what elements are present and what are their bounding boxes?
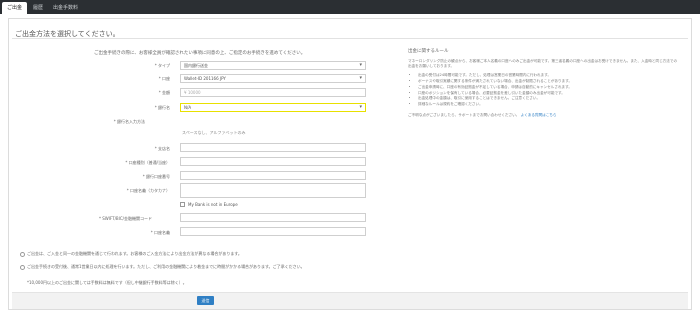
rules-paragraph: マネーロンダリング防止の観点から、お客様ご本人名義の口座へのみご出金が可能です。… bbox=[408, 59, 678, 69]
account-label: * 口座 bbox=[158, 76, 170, 81]
rules-column: 出金に関するルール マネーロンダリング防止の観点から、お客様ご本人名義の口座への… bbox=[408, 48, 678, 122]
type-select[interactable]: 国内銀行送金 bbox=[180, 61, 366, 70]
rules-list-item: ボーナスや取引実績に関する条件が満たされていない場合、出金が制限されることがあり… bbox=[418, 79, 678, 84]
tab-history[interactable]: 履歴 bbox=[28, 2, 48, 14]
rules-list-item: ご出金申請時に、口座の有効証拠金が不足している場合、申請は自動的にキャンセルされ… bbox=[418, 85, 678, 90]
note-3: *10,000円以上のご出金に関しては手数料は無料です（但し中継銀行手数料等は除… bbox=[27, 280, 187, 285]
europe-checkbox[interactable] bbox=[180, 202, 185, 207]
rules-list-item: 出金の受付は24時間可能です。ただし、処理は営業日の営業時間内に行われます。 bbox=[418, 73, 678, 78]
account-holder-label: * 口座名義（カタカナ） bbox=[126, 188, 170, 193]
bank-hint-text: スペースなし、アルファベットのみ bbox=[182, 130, 246, 135]
faq-link[interactable]: よくある質問はこちら bbox=[521, 113, 557, 117]
rules-list-item: 詳細なルールは規約をご確認ください。 bbox=[418, 102, 678, 107]
rules-title: 出金に関するルール bbox=[408, 49, 449, 54]
divider bbox=[12, 38, 688, 39]
account-select[interactable]: Wallet-ID 201166 JPY bbox=[180, 74, 366, 83]
account-number-input[interactable] bbox=[180, 171, 366, 180]
europe-checkbox-row[interactable]: My Bank is not in Europe bbox=[180, 202, 238, 207]
intro-text: ご出金手続きの際に、お客様全員が確認されたい事項に同意の上、ご指定のお手続きを進… bbox=[94, 51, 306, 56]
amount-label: * 金額 bbox=[158, 90, 170, 95]
account-number-label: * 銀行口座番号 bbox=[142, 174, 170, 179]
account-type-label: * 口座種別（普通/当座） bbox=[125, 160, 170, 165]
account-type-input[interactable] bbox=[180, 157, 366, 166]
account-holder-input[interactable] bbox=[180, 183, 366, 198]
type-label: * タイプ bbox=[154, 63, 170, 68]
bank-label: * 銀行名 bbox=[154, 105, 170, 110]
rules-list-item: 出金処理中の金額は、取引に使用することはできません。ご注意ください。 bbox=[418, 96, 678, 101]
note-2: ご出金手続きの受付後、通常1営業日以内に処理を行います。ただし、ご利用の金融機関… bbox=[20, 264, 305, 270]
bank-select[interactable]: N/A bbox=[180, 103, 366, 112]
swift-input[interactable] bbox=[180, 213, 366, 222]
branch-label: * 支店名 bbox=[154, 146, 170, 151]
holder-input[interactable] bbox=[180, 227, 366, 236]
amount-input[interactable]: ¥ 10000 bbox=[180, 88, 366, 97]
tab-withdraw[interactable]: ご出金 bbox=[2, 2, 28, 14]
submit-button[interactable]: 送信 bbox=[197, 296, 214, 305]
rules-list-item: 口座のポジションを保有している場合、必要証拠金を差し引いた金額のみ出金が可能です… bbox=[418, 91, 678, 96]
holder-label: * 口座名義 bbox=[150, 230, 170, 235]
rules-footer: ご不明な点がございましたら、サポートまでお問い合わせください。 よくある質問はこ… bbox=[408, 113, 557, 118]
europe-checkbox-label: My Bank is not in Europe bbox=[188, 202, 238, 207]
footer-bar bbox=[12, 292, 688, 309]
swift-label: * SWIFT/BIC/金融機関コード bbox=[98, 216, 152, 221]
bullet-icon bbox=[20, 251, 25, 257]
rules-list: 出金の受付は24時間可能です。ただし、処理は営業日の営業時間内に行われます。 ボ… bbox=[418, 73, 678, 107]
bank-hint-label: * 銀行名入力方法 bbox=[113, 119, 145, 124]
bullet-icon bbox=[20, 264, 25, 270]
top-navigation-bar: ご出金 履歴 出金手数料 bbox=[0, 0, 700, 14]
note-1: ご出金は、ご入金と同一の金融機関を通じて行われます。お客様のご入金方法により出金… bbox=[20, 251, 242, 257]
branch-input[interactable] bbox=[180, 143, 366, 152]
tab-withdraw-fee[interactable]: 出金手数料 bbox=[48, 2, 83, 14]
